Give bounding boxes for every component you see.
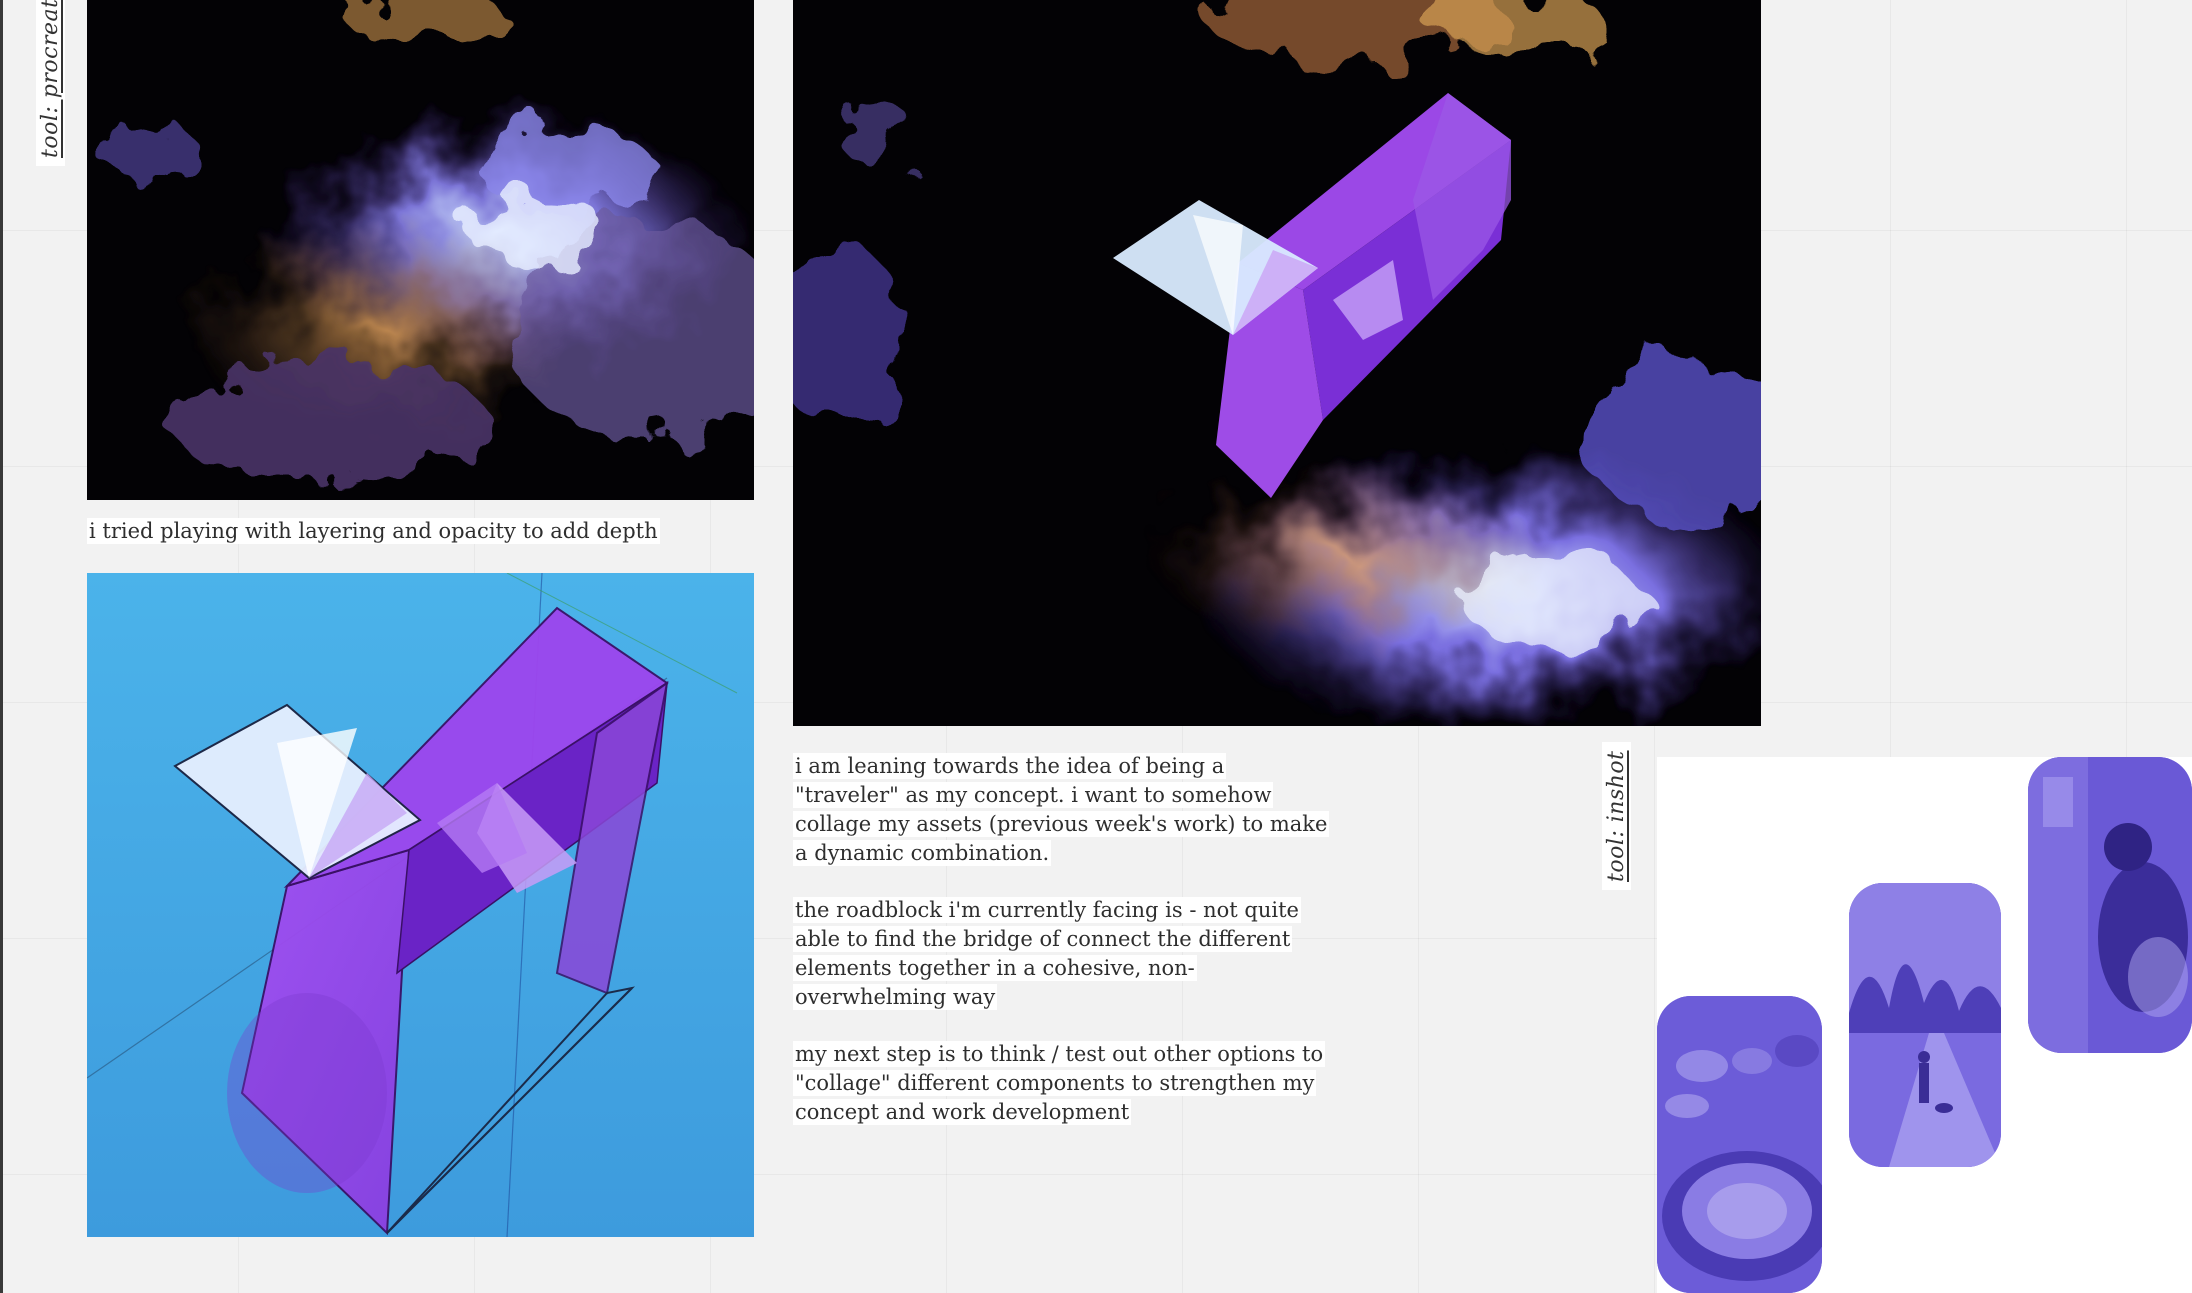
collage-combined-image[interactable] (793, 0, 1761, 726)
procreate-texture-image[interactable] (87, 0, 754, 500)
canvas-left-edge (0, 0, 3, 1293)
label-tool-inshot: tool: inshot (1602, 742, 1631, 890)
note-roadblock: the roadblock i'm currently facing is - … (793, 897, 1301, 1010)
note-next-step: my next step is to think / test out othe… (793, 1041, 1326, 1125)
caption-layering: i tried playing with layering and opacit… (87, 517, 767, 546)
label-tool-procreate: tool: procreate (36, 0, 65, 166)
note-concept: i am leaning towards the idea of being a… (793, 753, 1330, 866)
inshot-photo-person[interactable] (2028, 757, 2192, 1053)
procreate-3d-shape-image[interactable] (87, 573, 754, 1237)
caption-layering-text: i tried playing with layering and opacit… (87, 518, 660, 544)
inshot-photo-road[interactable] (1849, 883, 2001, 1167)
caption-notes: i am leaning towards the idea of being a… (793, 752, 1333, 1155)
inshot-photo-food[interactable] (1657, 996, 1822, 1293)
